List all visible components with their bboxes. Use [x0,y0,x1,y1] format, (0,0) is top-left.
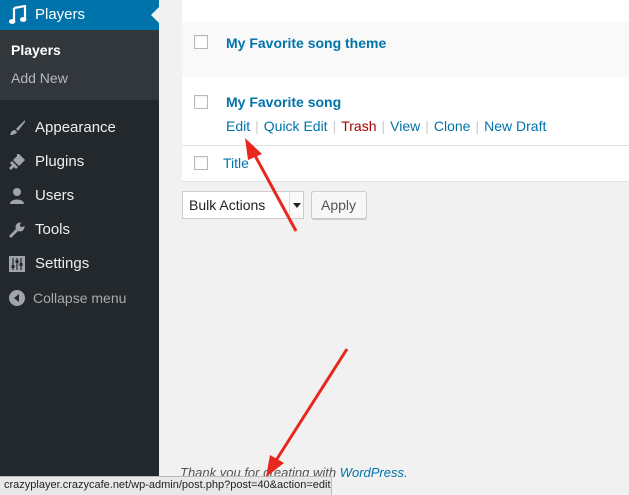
players-submenu: Players Add New [0,30,159,100]
new-draft-link[interactable]: New Draft [484,118,546,134]
bulk-actions-select[interactable]: Bulk Actions [182,191,304,219]
submenu-item-add-new[interactable]: Add New [11,70,68,86]
separator: | [475,118,480,134]
view-link[interactable]: View [390,118,420,134]
row-actions: Edit | Quick Edit | Trash | View | Clone | New Dra… [226,118,546,134]
apply-button[interactable]: Apply [311,191,367,219]
separator: | [381,118,386,134]
table-row [182,0,629,23]
chevron-down-icon [293,203,301,208]
table-footer-row: Title [182,145,629,181]
menu-label-plugins: Plugins [35,153,85,170]
bulk-actions-value: Bulk Actions [189,197,266,213]
status-url: crazyplayer.crazycafe.net/wp-admin/post.… [4,479,331,491]
collapse-arrow-icon [9,290,25,306]
menu-label-players: Players [35,6,86,23]
table-row: My Favorite song theme [182,22,629,77]
separator: | [425,118,429,134]
title-column-header[interactable]: Title [223,155,249,171]
wordpress-link[interactable]: WordPress [340,465,404,480]
posts-table: My Favorite song theme My Favorite song … [182,0,629,182]
row-checkbox[interactable] [194,95,208,109]
menu-label-settings: Settings [35,255,90,272]
edit-link[interactable]: Edit [226,118,250,134]
menu-item-plugins[interactable]: Plugins [0,145,159,179]
row-checkbox[interactable] [194,35,208,49]
separator: | [332,118,337,134]
apply-button-label: Apply [321,197,357,213]
submenu-item-players[interactable]: Players [11,42,61,58]
post-title-link[interactable]: My Favorite song theme [226,35,386,51]
collapse-menu-button[interactable]: Collapse menu [0,281,159,315]
paintbrush-icon [10,120,25,135]
browser-status-bar: crazyplayer.crazycafe.net/wp-admin/post.… [0,476,332,495]
menu-item-players[interactable]: Players [0,0,159,30]
clone-link[interactable]: Clone [434,118,471,134]
menu-item-tools[interactable]: Tools [0,213,159,247]
select-all-checkbox[interactable] [194,156,208,170]
active-menu-notch [151,7,159,23]
arrow-icon [266,348,349,477]
quick-edit-link[interactable]: Quick Edit [264,118,328,134]
dropdown-arrow [289,192,303,218]
separator: | [255,118,259,134]
user-icon [10,188,24,204]
plug-icon [9,154,25,170]
table-row: My Favorite song Edit | Quick Edit | Trash | V… [182,77,629,146]
sliders-icon [9,256,25,272]
menu-item-settings[interactable]: Settings [0,247,159,281]
menu-label-appearance: Appearance [35,119,116,136]
menu-item-users[interactable]: Users [0,179,159,213]
menu-item-appearance[interactable]: Appearance [0,111,159,145]
admin-sidebar: Players Players Add New Appearance Plugi… [0,0,159,494]
wrench-icon [8,222,25,239]
music-note-icon [9,5,27,24]
collapse-menu-label: Collapse menu [33,290,127,306]
post-title-link[interactable]: My Favorite song [226,94,341,110]
footer-end: . [404,465,408,480]
trash-link[interactable]: Trash [341,118,376,134]
menu-label-users: Users [35,187,75,204]
menu-label-tools: Tools [35,221,71,238]
